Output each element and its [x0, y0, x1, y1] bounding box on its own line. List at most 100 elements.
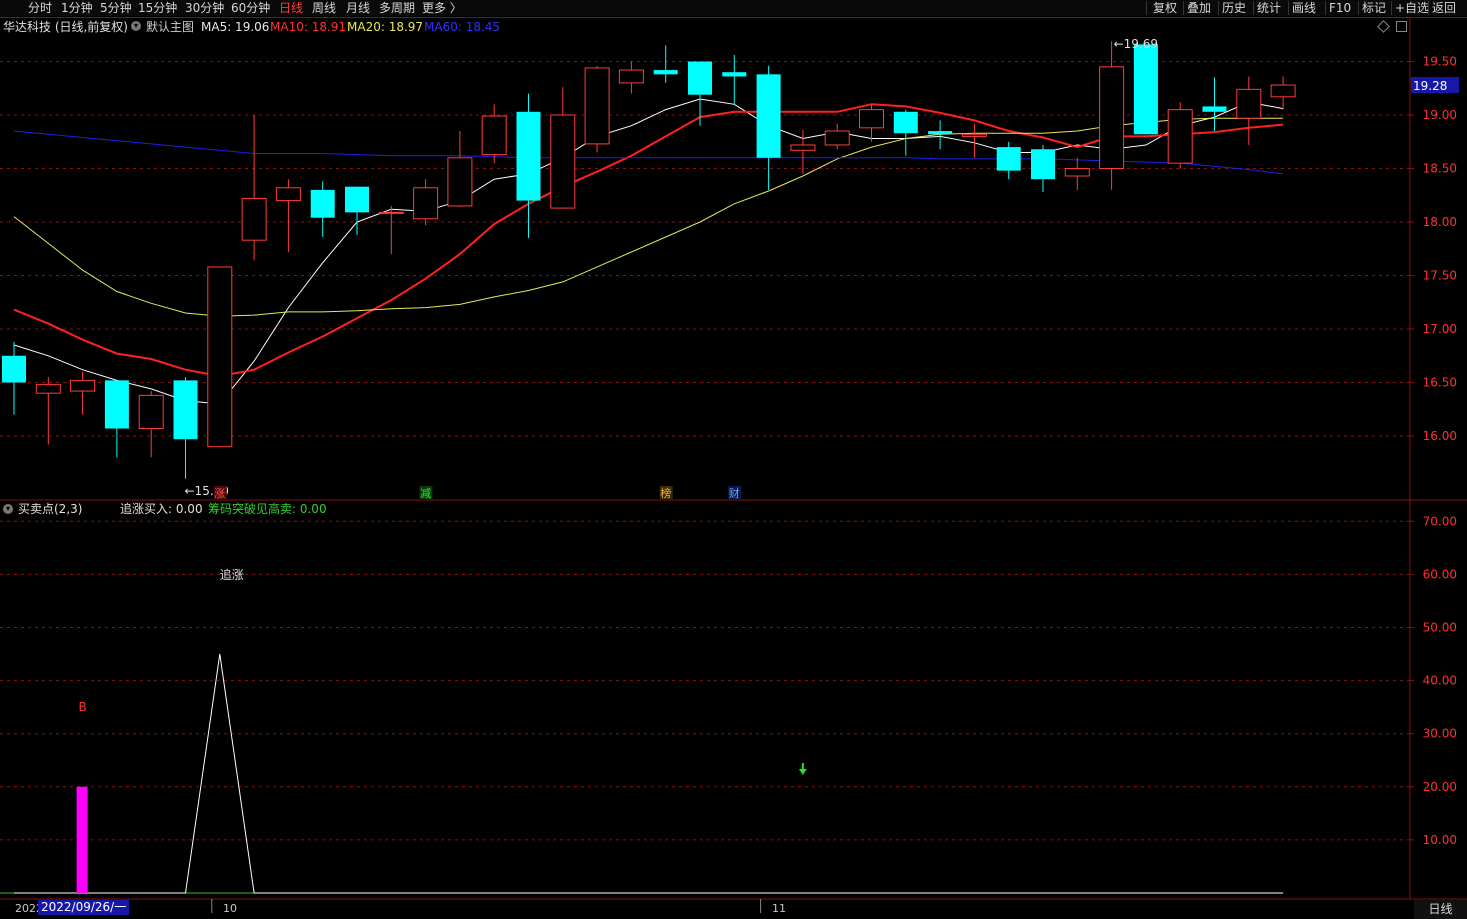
candle-body — [893, 111, 918, 134]
candle — [893, 109, 918, 156]
candle-body — [35, 384, 61, 394]
template-dropdown-icon[interactable]: ▾ — [131, 21, 141, 31]
stock-title[interactable]: 华达科技 (日线,前复权) — [3, 19, 128, 35]
price-tick-label: 19.00 — [1423, 108, 1457, 122]
toolbar-separator — [1358, 1, 1359, 15]
candle — [859, 104, 884, 142]
indicator-tick-label: 70.00 — [1423, 514, 1457, 528]
candle — [824, 123, 850, 150]
candle-body — [173, 380, 198, 440]
chase-label: 追涨 — [220, 567, 244, 582]
candle-body — [413, 187, 439, 220]
candle — [207, 266, 233, 448]
candle — [2, 341, 26, 415]
toolbar-button-5[interactable]: F10 — [1329, 0, 1351, 16]
toolbar-button-6[interactable]: 标记 — [1362, 0, 1386, 16]
candle — [996, 141, 1021, 180]
toolbar-separator — [1288, 1, 1289, 15]
period-tab-3[interactable]: 15分钟 — [138, 0, 177, 16]
period-tab-9[interactable]: 多周期 — [379, 0, 415, 16]
candle-body — [447, 157, 473, 207]
candle-body — [928, 131, 953, 135]
x-axis: 2022 10 11 — [0, 900, 1467, 919]
toolbar-separator — [1218, 1, 1219, 15]
candle-body — [550, 114, 576, 209]
toolbar-button-3[interactable]: 统计 — [1257, 0, 1281, 16]
toolbar-button-2[interactable]: 历史 — [1222, 0, 1246, 16]
candle — [756, 65, 781, 190]
toolbar-button-0[interactable]: 复权 — [1153, 0, 1177, 16]
period-tab-10[interactable]: 更多 〉 — [422, 0, 462, 16]
b-signal-bar — [76, 786, 88, 893]
indicator-collapse-icon[interactable]: ▾ — [3, 504, 13, 514]
candle-body — [1064, 168, 1090, 177]
period-tab-5[interactable]: 60分钟 — [231, 0, 270, 16]
candle-body — [756, 74, 781, 158]
candle — [1236, 76, 1262, 145]
candle — [584, 65, 610, 153]
indicator-tick-label: 40.00 — [1423, 674, 1457, 688]
candle — [618, 61, 644, 94]
candle — [653, 45, 678, 83]
candle-body — [275, 187, 301, 202]
candle-body — [310, 189, 335, 218]
price-tick-label: 18.50 — [1423, 162, 1457, 176]
candle-body — [1031, 149, 1055, 180]
event-tag: 减 — [420, 487, 431, 500]
event-tag: 财 — [729, 486, 740, 500]
cursor-date: 2022/09/26/一 — [38, 900, 130, 915]
period-tab-7[interactable]: 周线 — [312, 0, 336, 16]
candle — [1270, 76, 1296, 110]
panel-layout-icon[interactable] — [1396, 21, 1407, 32]
restore-icon[interactable] — [1377, 20, 1390, 33]
period-label[interactable]: 日线 — [1414, 900, 1467, 919]
chip-sell-value: 筹码突破见高卖: 0.00 — [208, 502, 327, 516]
candle — [378, 205, 404, 255]
price-tick-label: 16.50 — [1423, 376, 1457, 390]
toolbar-button-7[interactable]: +自选 — [1395, 0, 1429, 16]
candle — [275, 179, 301, 252]
candle — [173, 377, 198, 479]
period-tab-8[interactable]: 月线 — [346, 0, 370, 16]
period-tab-0[interactable]: 分时 — [28, 0, 52, 16]
template-name[interactable]: 默认主图 — [146, 19, 194, 35]
candle — [550, 87, 576, 209]
indicator-tick-label: 50.00 — [1423, 621, 1457, 635]
toolbar-button-1[interactable]: 叠加 — [1187, 0, 1211, 16]
candle — [447, 131, 473, 208]
price-tick-label: 17.50 — [1423, 269, 1457, 283]
event-tag-bg — [419, 486, 433, 499]
candle-body — [584, 67, 610, 145]
event-tag-bg — [213, 486, 227, 499]
candle — [481, 104, 507, 164]
toolbar-separator — [1183, 1, 1184, 15]
indicator-tick-label: 10.00 — [1423, 833, 1457, 847]
period-tab-1[interactable]: 1分钟 — [61, 0, 93, 16]
indicator-name[interactable]: 买卖点(2,3) — [18, 501, 82, 517]
candle-body — [722, 72, 747, 77]
candle-body — [996, 147, 1021, 171]
period-tab-6[interactable]: 日线 — [279, 0, 303, 16]
candle-body — [1236, 88, 1262, 119]
candle — [241, 115, 267, 261]
candle-body — [653, 70, 678, 75]
event-tag: 榜 — [660, 486, 671, 500]
candle-body — [618, 69, 644, 84]
candle — [70, 371, 96, 415]
kline-chart[interactable]: 16.00 16.50 17.00 17.50 18.00 18.50 19.00 19.50… — [0, 0, 1467, 919]
toolbar-button-8[interactable]: 返回 — [1432, 0, 1456, 16]
high-price-label: ←19.69 — [1114, 37, 1158, 51]
toolbar-button-4[interactable]: 画线 — [1292, 0, 1316, 16]
candle-body — [1270, 84, 1296, 98]
indicator-tick-label: 30.00 — [1423, 727, 1457, 741]
candle — [345, 186, 369, 235]
period-tab-4[interactable]: 30分钟 — [185, 0, 224, 16]
ma-line-ma10 — [13, 103, 1284, 378]
period-tab-2[interactable]: 5分钟 — [100, 0, 132, 16]
candle — [1202, 77, 1227, 132]
candle-body — [688, 61, 712, 95]
candle-body — [207, 266, 233, 448]
b-signal-label: B — [78, 700, 86, 714]
low-price-label: ←15.60 — [185, 484, 229, 498]
candle — [413, 179, 439, 226]
